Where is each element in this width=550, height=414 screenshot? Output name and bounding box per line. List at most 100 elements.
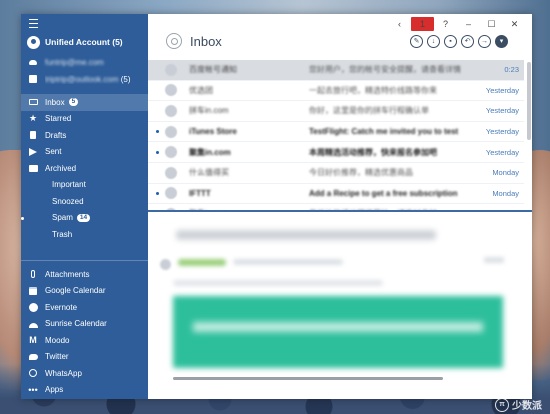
- main-pane: ‹ 1 ? – ☐ ✕ Inbox ✎ ↓ ▪ ↶ → ▾ 百度帐号通知 您好用户…: [148, 14, 532, 399]
- email-row[interactable]: 什么值得买 今日好价推荐，精选优惠商品 Monday: [148, 163, 524, 184]
- search-icon[interactable]: [166, 33, 182, 49]
- email-row[interactable]: 拼车in.com 你好，这里是你的拼车行程确认单 Yesterday: [148, 101, 524, 122]
- maximize-button[interactable]: ☐: [480, 17, 503, 31]
- sidebar-item-drafts[interactable]: Drafts: [21, 127, 148, 144]
- account-label: Unified Account (5): [45, 37, 123, 47]
- account-icloud[interactable]: funtrip@me.com: [21, 54, 148, 70]
- email-date: Yesterday: [485, 85, 519, 95]
- email-date: 0:23: [504, 65, 519, 75]
- unified-account-icon: [27, 35, 40, 49]
- sidebar-item-moodo[interactable]: M Moodo: [21, 332, 148, 349]
- sidebar-item-label: Archived: [45, 163, 77, 173]
- sidebar-item-snoozed[interactable]: Snoozed: [21, 193, 148, 210]
- sidebar-item-label: Inbox: [45, 97, 65, 107]
- star-icon: ★: [28, 113, 38, 124]
- sidebar-item-trash[interactable]: Trash: [21, 226, 148, 243]
- sidebar-item-archived[interactable]: Archived: [21, 160, 148, 177]
- sidebar-item-label: Sent: [45, 147, 62, 157]
- close-button[interactable]: ✕: [503, 17, 526, 31]
- reply-icon[interactable]: ↶: [461, 35, 474, 48]
- sidebar-item-sunrise-calendar[interactable]: Sunrise Calendar: [21, 316, 148, 333]
- avatar: [165, 146, 177, 159]
- email-subject: 一起去旅行吧，精选特价线路等你来: [309, 85, 437, 95]
- sidebar-divider: [21, 260, 148, 261]
- notification-button[interactable]: 1: [411, 17, 434, 31]
- email-sender: IFTTT: [189, 188, 211, 198]
- delete-icon[interactable]: ▪: [444, 35, 457, 48]
- sidebar-item-apps[interactable]: ••• Apps: [21, 382, 148, 399]
- email-row[interactable]: IFTTT Add a Recipe to get a free subscrip…: [148, 184, 524, 205]
- email-row[interactable]: 聚集in.com 本周精选活动推荐，快来报名参加吧 Yesterday: [148, 142, 524, 163]
- email-sender: iTunes Store: [189, 127, 237, 137]
- notification-badge: 1: [411, 17, 434, 31]
- expand-indicator: [21, 216, 24, 220]
- sidebar-item-sent[interactable]: Sent: [21, 144, 148, 161]
- email-date: Yesterday: [485, 147, 519, 157]
- sidebar-item-label: Moodo: [45, 335, 70, 345]
- message-banner-image: [173, 296, 503, 368]
- sidebar-item-whatsapp[interactable]: WhatsApp: [21, 365, 148, 382]
- account-outlook[interactable]: triptrip@outlook.com (5): [21, 71, 148, 87]
- sidebar-item-label: Trash: [52, 229, 73, 239]
- email-row[interactable]: 百度帐号通知 您好用户，您的帐号安全提醒，请查看详情 0:23: [148, 60, 524, 81]
- compose-icon[interactable]: ✎: [410, 35, 423, 48]
- avatar: [165, 125, 177, 138]
- sidebar-item-label: Twitter: [45, 352, 69, 362]
- sidebar-item-label: Snoozed: [52, 196, 84, 206]
- sent-icon: [28, 147, 38, 156]
- sidebar-item-spam[interactable]: Spam 14: [21, 210, 148, 227]
- forward-icon[interactable]: →: [478, 35, 491, 48]
- sidebar-item-label: Evernote: [45, 302, 78, 312]
- unread-count-badge: 5: [68, 98, 79, 107]
- watermark: π 少数派: [495, 397, 542, 412]
- sidebar-item-starred[interactable]: ★ Starred: [21, 111, 148, 128]
- avatar: [165, 84, 177, 97]
- email-row[interactable]: iTunes Store TestFlight: Catch me invited…: [148, 122, 524, 143]
- message-subject: [176, 230, 436, 240]
- sidebar-item-evernote[interactable]: Evernote: [21, 299, 148, 316]
- message-time: [484, 257, 504, 263]
- sidebar: Unified Account (5) funtrip@me.com tript…: [21, 14, 148, 399]
- email-sender: 什么值得买: [189, 168, 229, 178]
- email-date: Yesterday: [485, 127, 519, 137]
- sidebar-item-label: Drafts: [45, 130, 67, 140]
- sidebar-item-label: Google Calendar: [45, 286, 106, 296]
- unread-dot: [156, 130, 159, 134]
- evernote-icon: [28, 302, 38, 312]
- account-unified[interactable]: Unified Account (5): [21, 32, 148, 52]
- email-subject: 您好用户，您的帐号安全提醒，请查看详情: [309, 65, 461, 75]
- sidebar-item-twitter[interactable]: Twitter: [21, 349, 148, 366]
- email-date: Yesterday: [485, 106, 519, 116]
- email-date: Monday: [492, 188, 519, 198]
- avatar: [165, 187, 177, 200]
- help-button[interactable]: ?: [434, 17, 457, 31]
- back-icon[interactable]: ‹: [388, 17, 411, 31]
- email-list: 百度帐号通知 您好用户，您的帐号安全提醒，请查看详情 0:23 优选团 一起去旅行吧，精…: [148, 60, 524, 210]
- sidebar-item-label: Attachments: [45, 269, 90, 279]
- sidebar-item-inbox[interactable]: Inbox 5: [21, 94, 148, 111]
- sidebar-item-google-calendar[interactable]: Google Calendar: [21, 283, 148, 300]
- page-title: Inbox: [190, 34, 222, 49]
- sidebar-item-label: Spam: [52, 213, 73, 223]
- sidebar-item-attachments[interactable]: Attachments: [21, 266, 148, 283]
- whatsapp-icon: [28, 369, 38, 378]
- watermark-logo: π: [495, 397, 509, 412]
- hamburger-menu-icon[interactable]: [29, 19, 38, 28]
- sidebar-item-important[interactable]: Important: [21, 177, 148, 194]
- account-email: funtrip@me.com: [45, 57, 104, 67]
- email-sender: 聚集in.com: [189, 147, 231, 157]
- download-icon[interactable]: ↓: [427, 35, 440, 48]
- sidebar-item-label: Apps: [45, 385, 64, 395]
- mail-app-window: Unified Account (5) funtrip@me.com tript…: [21, 14, 532, 399]
- reading-pane: [148, 212, 532, 399]
- email-row[interactable]: 优选团 一起去旅行吧，精选特价线路等你来 Yesterday: [148, 81, 524, 102]
- reading-horizontal-scrollbar[interactable]: [173, 377, 443, 380]
- list-scrollbar[interactable]: [527, 62, 531, 140]
- spam-count-badge: 14: [76, 213, 91, 222]
- email-sender: 百度帐号通知: [189, 65, 237, 75]
- email-date: Monday: [492, 168, 519, 178]
- minimize-button[interactable]: –: [457, 17, 480, 31]
- watermark-text: 少数派: [512, 401, 542, 412]
- message-sender: [178, 259, 226, 266]
- more-dropdown-icon[interactable]: ▾: [495, 35, 508, 48]
